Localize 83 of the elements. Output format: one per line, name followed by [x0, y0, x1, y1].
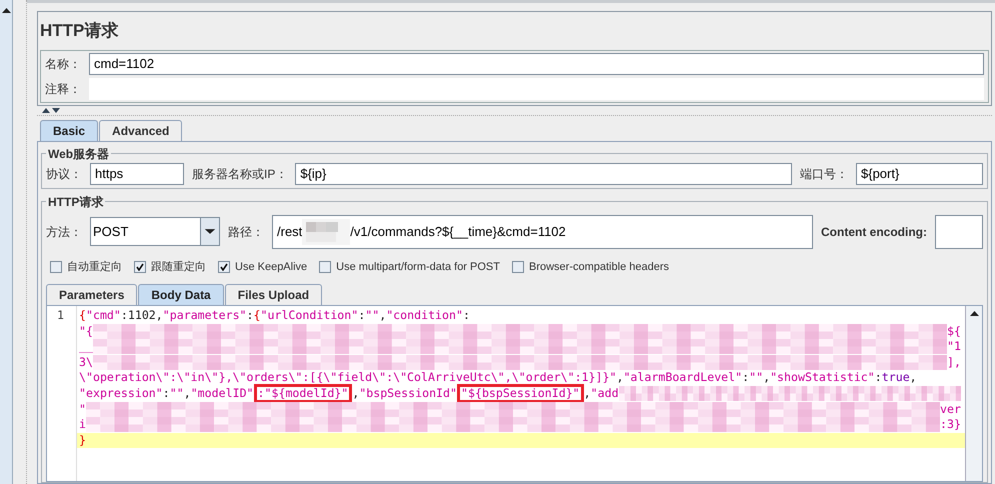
code-token: : [874, 370, 882, 386]
method-dropdown[interactable]: POST [90, 217, 220, 246]
code-token: i [79, 417, 86, 433]
code-token: __ [79, 339, 93, 355]
code-token: "add [590, 386, 619, 402]
checkbox[interactable] [134, 260, 146, 273]
code-token: "expression" [79, 386, 163, 402]
line-number: 1 [57, 308, 64, 322]
code-token: ${ [947, 324, 961, 340]
code-token: "modelID" [190, 386, 254, 402]
code-token: \"operation\":\"in\"},\"orders\":[{\"field\":\"ColArriveUtc\",\"order\":1}]}" [79, 370, 616, 386]
checkbox-label: Browser-compatible headers [528, 260, 669, 274]
code-token: : [358, 308, 366, 324]
scrollbar[interactable] [965, 306, 982, 481]
code-token: , [910, 370, 917, 386]
code-token: : [462, 308, 470, 324]
name-field[interactable]: cmd=1102 [89, 52, 984, 74]
code-token: true [882, 370, 910, 386]
section-title: Web服务器 [47, 146, 110, 162]
code-token: { [79, 308, 86, 324]
content-encoding-field[interactable] [935, 214, 983, 248]
code-token: "bspSessionId" [359, 386, 457, 402]
up-arrow-icon[interactable] [970, 311, 978, 316]
code-token: 3\ [79, 354, 93, 370]
tab[interactable]: Parameters [46, 284, 138, 305]
code-token: "cmd" [86, 308, 121, 324]
tab[interactable]: Files Upload [224, 284, 322, 305]
checkbox-label: 自动重定向 [67, 260, 122, 274]
code-token: , [184, 386, 191, 402]
code-token: , [616, 370, 624, 386]
tab[interactable]: Advanced [99, 120, 182, 140]
code-token: , [584, 386, 591, 402]
code-token: , [763, 370, 770, 386]
port-field[interactable]: ${port} [856, 162, 983, 184]
tab[interactable]: Basic [40, 120, 98, 140]
code-token: } [79, 432, 86, 448]
checkbox[interactable] [50, 260, 62, 273]
field-label: 协议： [46, 166, 82, 182]
checkbox[interactable] [319, 260, 332, 273]
checkbox-label: Use multipart/form-data for POST [336, 260, 500, 274]
code-token: " [79, 402, 86, 418]
server-field[interactable]: ${ip} [295, 162, 792, 184]
code-token: ], [947, 354, 961, 370]
field-label: 路径： [228, 224, 264, 240]
field-label: Content encoding: [821, 224, 927, 240]
up-arrow-icon[interactable] [2, 8, 10, 13]
code-token: "{ [79, 324, 93, 340]
checkbox-label: Use KeepAlive [235, 260, 308, 274]
code-token: : [246, 308, 254, 324]
code-token: : [742, 370, 750, 386]
code-token: ver [940, 402, 961, 418]
scrollbar[interactable] [0, 0, 13, 484]
checkbox-label: 跟随重定向 [151, 260, 206, 274]
code-token: :3} [940, 417, 961, 433]
code-token: "parameters" [162, 308, 247, 324]
code-token: "alarmBoardLevel" [623, 370, 742, 386]
checkbox[interactable] [218, 260, 230, 273]
code-token: "urlCondition" [260, 308, 358, 324]
code-token: :1102, [120, 308, 163, 324]
code-editor[interactable] [46, 305, 983, 482]
code-token: "" [170, 386, 184, 402]
path-field[interactable]: /rest /v1/commands?${__time}&cmd=1102 [272, 214, 814, 248]
code-token: "1 [947, 339, 961, 355]
code-token: "condition" [386, 308, 463, 324]
code-token: "" [749, 370, 764, 386]
field-label: 服务器名称或IP： [192, 166, 288, 182]
section-title: HTTP请求 [47, 194, 104, 210]
checkbox[interactable] [512, 260, 524, 273]
tab[interactable]: Body Data [138, 284, 224, 305]
code-token: "showStatistic" [770, 370, 875, 386]
code-token: , [352, 386, 360, 402]
panel-title: HTTP请求 [40, 20, 120, 42]
code-token: "" [365, 308, 380, 324]
code-token: , [379, 308, 386, 324]
field-label: 注释： [45, 80, 81, 98]
code-token: : [162, 386, 170, 402]
field-label: 名称： [45, 56, 81, 72]
field-label: 方法： [46, 224, 82, 240]
splitter-arrows-icon[interactable] [42, 108, 60, 112]
code-token: { [254, 308, 261, 324]
protocol-field[interactable]: https [90, 162, 184, 184]
caret-icon[interactable] [200, 218, 219, 245]
field-label: 端口号： [800, 166, 848, 182]
